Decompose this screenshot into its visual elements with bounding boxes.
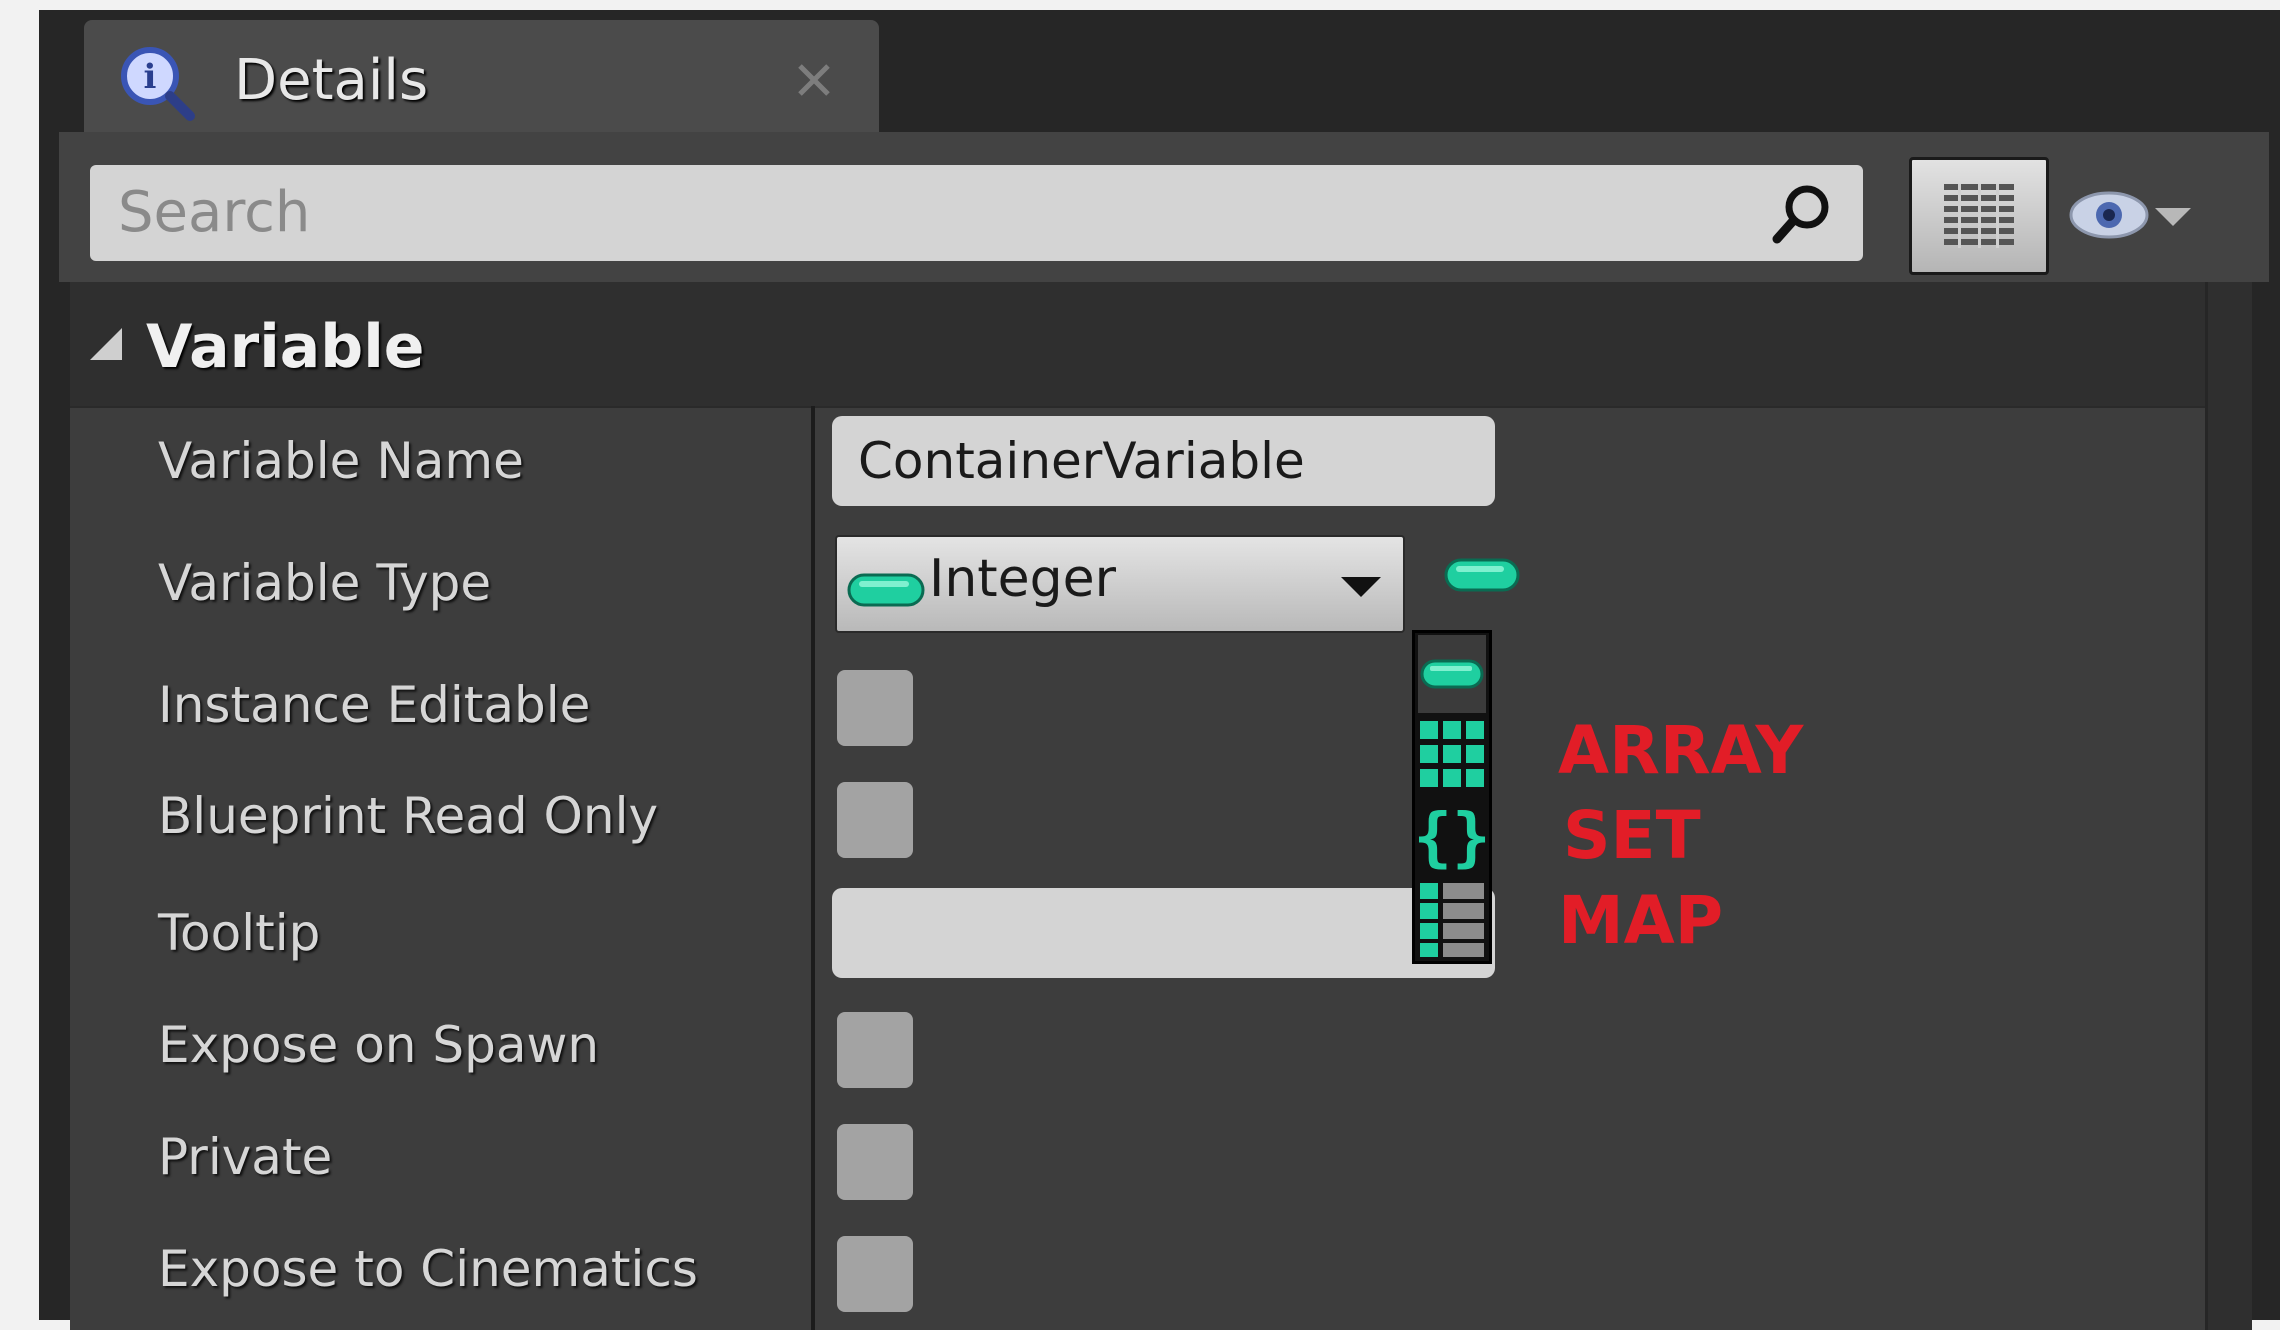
integer-pill-icon [847, 573, 925, 607]
expose-on-spawn-checkbox[interactable] [837, 1012, 913, 1088]
chevron-down-icon[interactable] [2151, 202, 2195, 230]
property-matrix-button[interactable] [1909, 157, 2049, 275]
blueprint-read-only-checkbox[interactable] [837, 782, 913, 858]
single-variable-icon[interactable] [1418, 635, 1486, 713]
collapse-arrow-icon [90, 328, 122, 360]
scrollbar[interactable] [2205, 282, 2252, 1330]
variable-name-field[interactable]: ContainerVariable [832, 416, 1495, 506]
tab-title: Details [234, 48, 429, 113]
variable-name-label: Variable Name [158, 432, 524, 490]
expose-to-cinematics-label: Expose to Cinematics [158, 1240, 698, 1298]
variable-type-dropdown[interactable]: Integer [835, 535, 1405, 633]
map-icon[interactable] [1418, 881, 1486, 959]
svg-text:{}: {} [1418, 801, 1486, 875]
set-annotation: SET [1563, 797, 1701, 874]
property-panel: Variable Variable Name ContainerVariable… [70, 282, 2252, 1330]
tooltip-field[interactable] [832, 888, 1495, 978]
grid-view-icon [1944, 184, 2014, 248]
expose-on-spawn-label: Expose on Spawn [158, 1016, 600, 1074]
category-header-variable[interactable]: Variable [70, 282, 2252, 408]
details-tab[interactable]: i Details [84, 20, 879, 142]
details-info-icon: i [121, 47, 195, 121]
search-input[interactable]: Search [90, 165, 1863, 261]
close-icon[interactable] [794, 60, 834, 100]
expose-to-cinematics-checkbox[interactable] [837, 1236, 913, 1312]
variable-type-value: Integer [929, 549, 1117, 609]
search-icon [1772, 185, 1829, 244]
array-grid-icon[interactable] [1418, 717, 1486, 795]
column-divider[interactable] [811, 406, 815, 1330]
private-label: Private [158, 1128, 333, 1186]
array-annotation: ARRAY [1558, 712, 1804, 789]
svg-text:i: i [144, 57, 157, 97]
details-toolbar: Search [59, 132, 2269, 282]
set-braces-icon[interactable]: {} [1418, 799, 1486, 877]
container-type-menu: {} [1412, 630, 1492, 964]
visibility-eye-icon[interactable] [2069, 187, 2149, 242]
container-type-button[interactable] [1444, 557, 1520, 593]
chevron-down-icon [1341, 577, 1381, 597]
category-title: Variable [146, 312, 425, 382]
blueprint-read-only-label: Blueprint Read Only [158, 787, 659, 845]
search-placeholder: Search [118, 180, 311, 245]
map-annotation: MAP [1558, 882, 1724, 959]
instance-editable-label: Instance Editable [158, 676, 591, 734]
instance-editable-checkbox[interactable] [837, 670, 913, 746]
tooltip-label: Tooltip [158, 904, 321, 962]
variable-type-label: Variable Type [158, 554, 492, 612]
private-checkbox[interactable] [837, 1124, 913, 1200]
